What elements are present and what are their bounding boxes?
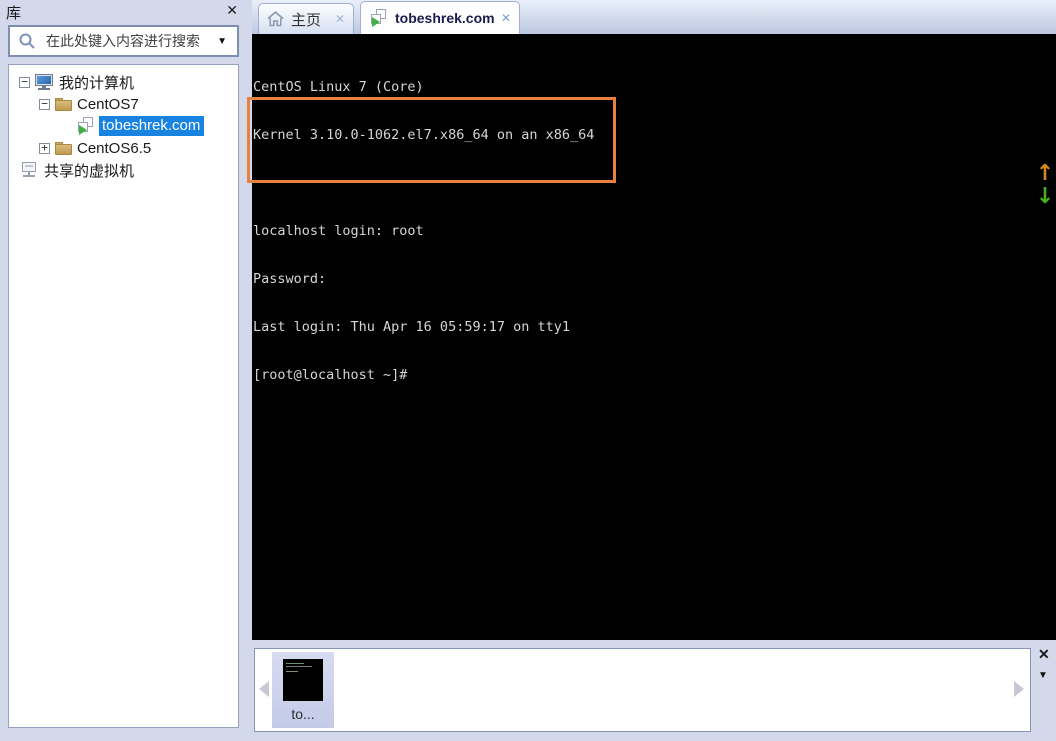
vm-thumbnail-preview	[283, 659, 323, 701]
search-dropdown-icon[interactable]: ▼	[217, 36, 227, 47]
search-input[interactable]	[46, 33, 218, 49]
library-sidebar: 库 ✕ ▼ − 我的计算机 − CentOS7	[0, 0, 252, 741]
console-line: Kernel 3.10.0-1062.el7.x86_64 on an x86_…	[253, 127, 595, 143]
vm-thumbnail-label: to...	[291, 706, 315, 722]
vm-thumbnail-tobeshrek[interactable]: to...	[272, 652, 334, 728]
tab-bar: 主页 ✕ tobeshrek.com ✕	[252, 0, 1056, 34]
console-line: CentOS Linux 7 (Core)	[253, 79, 424, 95]
scroll-left-icon[interactable]	[259, 681, 269, 697]
console-line: [root@localhost ~]#	[253, 367, 408, 383]
tree-item-shared-vms[interactable]: 共享的虚拟机	[9, 159, 238, 181]
vm-console-screen[interactable]: CentOS Linux 7 (Core) Kernel 3.10.0-1062…	[252, 34, 1056, 640]
tab-home-label[interactable]: 主页	[291, 9, 321, 30]
tab-tobeshrek-label[interactable]: tobeshrek.com	[395, 10, 495, 26]
tree-item-centos7[interactable]: − CentOS7	[9, 93, 238, 115]
library-title: 库	[6, 5, 22, 22]
tree-item-centos65[interactable]: + CentOS6.5	[9, 137, 238, 159]
console-line: localhost login: root	[253, 223, 424, 239]
library-close-icon[interactable]: ✕	[226, 1, 238, 19]
tree-item-label[interactable]: CentOS7	[77, 96, 139, 113]
computer-icon	[34, 73, 55, 91]
search-icon	[19, 33, 35, 49]
up-arrow-annotation-icon: ↑	[1035, 161, 1055, 186]
tree-item-my-computer[interactable]: − 我的计算机	[9, 71, 238, 93]
home-icon	[267, 11, 284, 27]
tab-tobeshrek[interactable]: tobeshrek.com ✕	[360, 1, 520, 34]
folder-icon	[54, 141, 73, 156]
library-header: 库 ✕	[0, 0, 252, 24]
vm-icon	[369, 9, 388, 27]
thumbnail-bar-close-icon[interactable]: ✕	[1038, 646, 1050, 663]
collapse-icon[interactable]: −	[39, 98, 50, 110]
folder-icon	[54, 97, 73, 112]
expand-icon[interactable]: +	[39, 142, 50, 154]
tab-home[interactable]: 主页 ✕	[258, 3, 354, 34]
console-line: Password:	[253, 271, 327, 287]
vm-thumbnail-bar: to...	[254, 648, 1031, 732]
tree-item-tobeshrek[interactable]: tobeshrek.com	[9, 115, 238, 137]
tree-item-label[interactable]: 我的计算机	[59, 72, 134, 93]
library-search-box[interactable]: ▼	[8, 25, 239, 57]
tree-item-label[interactable]: 共享的虚拟机	[44, 160, 134, 181]
collapse-icon[interactable]: −	[19, 76, 30, 88]
console-line: Last login: Thu Apr 16 05:59:17 on tty1	[253, 319, 570, 335]
vm-icon	[76, 117, 95, 135]
scroll-right-icon[interactable]	[1014, 681, 1024, 697]
tab-tobeshrek-close-icon[interactable]: ✕	[501, 11, 511, 25]
thumbnail-bar-dropdown-icon[interactable]: ▼	[1038, 670, 1048, 681]
down-arrow-annotation-icon: ↓	[1035, 184, 1055, 209]
vm-library-tree: − 我的计算机 − CentOS7 tobeshrek.com + CentOS…	[8, 64, 239, 728]
tab-home-close-icon[interactable]: ✕	[335, 12, 345, 26]
tree-item-label-selected[interactable]: tobeshrek.com	[99, 116, 205, 136]
console-output: CentOS Linux 7 (Core) Kernel 3.10.0-1062…	[253, 47, 594, 415]
vmware-workstation-window: 库 ✕ ▼ − 我的计算机 − CentOS7	[0, 0, 1056, 741]
tree-item-label[interactable]: CentOS6.5	[77, 140, 151, 157]
shared-vm-icon	[19, 161, 40, 179]
